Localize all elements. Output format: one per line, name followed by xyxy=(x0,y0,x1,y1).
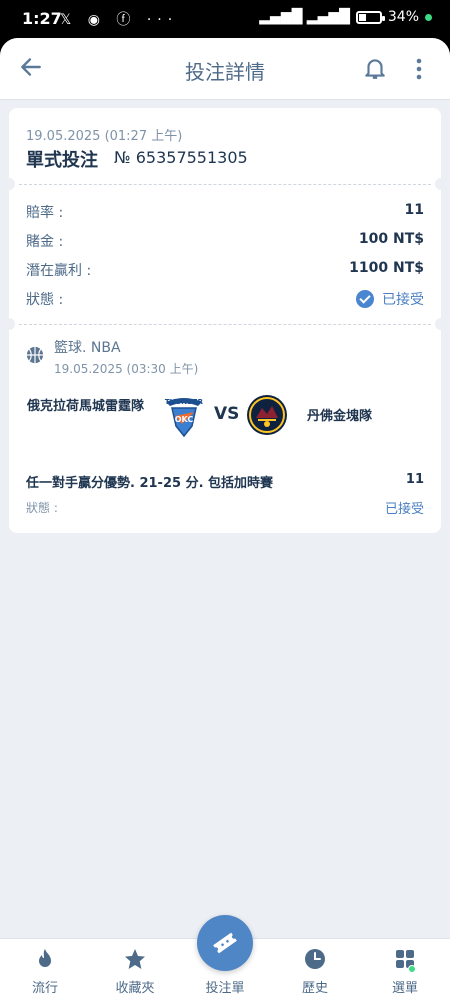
status-row: 狀態 : 已接受 xyxy=(26,289,424,311)
betslip-fab-button[interactable] xyxy=(197,915,253,971)
nav-label: 歷史 xyxy=(301,981,328,996)
svg-text:THUNDER: THUNDER xyxy=(165,398,204,406)
home-team-name: 俄克拉荷馬城雷霆隊 xyxy=(26,399,144,414)
stake-value: 100 NT$ xyxy=(358,231,424,247)
status-bar: 1:27 𝕏 ◉ ⓕ ··· ▂▄▆█ ▂▄▆█ 34% xyxy=(0,0,450,38)
app-screen: 投注詳情 19.05.2025 (01:27 上午) 單式投注 № 653575… xyxy=(0,38,450,1000)
divider xyxy=(19,184,431,185)
card-notch-right xyxy=(435,318,447,330)
potential-win-row: 潛在贏利 : 1100 NT$ xyxy=(26,260,424,282)
potential-win-value: 1100 NT$ xyxy=(349,260,424,276)
thunder-logo-icon: THUNDER OKC xyxy=(165,398,204,438)
stake-row: 賭金 : 100 NT$ xyxy=(26,231,424,253)
status-right: ▂▄▆█ ▂▄▆█ 34% xyxy=(259,9,432,25)
notification-dot xyxy=(408,965,416,973)
status-time: 1:27 xyxy=(22,9,62,28)
card-notch-left xyxy=(3,178,15,190)
nav-item-menu[interactable]: 選單 xyxy=(360,939,450,1000)
bet-date: 19.05.2025 (01:27 上午) xyxy=(26,129,183,144)
star-icon xyxy=(125,949,145,969)
odds-label: 賠率 : xyxy=(26,205,64,221)
odds-row: 賠率 : 11 xyxy=(26,202,424,224)
league-name: 籃球. NBA xyxy=(54,340,121,356)
status-label: 狀態 : xyxy=(26,292,64,308)
more-vertical-icon[interactable] xyxy=(408,56,430,82)
divider xyxy=(19,324,431,325)
stake-label: 賭金 : xyxy=(26,234,64,250)
selection-text: 任一對手贏分優勢. 21-25 分. 包括加時賽 xyxy=(26,476,274,491)
notification-icons: 𝕏 ◉ ⓕ ··· xyxy=(60,12,179,28)
versus-label: VS xyxy=(214,404,240,424)
nav-label: 流行 xyxy=(31,981,58,996)
battery-percent: 34% xyxy=(387,9,419,25)
check-circle-icon xyxy=(356,290,374,308)
status-value: 已接受 xyxy=(382,292,424,308)
event-date: 19.05.2025 (03:30 上午) xyxy=(54,362,199,376)
signal-icon: ▂▄▆█ ▂▄▆█ xyxy=(259,9,350,25)
nav-label: 收藏夾 xyxy=(115,981,155,996)
svg-text:OKC: OKC xyxy=(175,415,194,424)
selection-odds: 11 xyxy=(405,472,424,487)
basketball-icon xyxy=(26,346,44,364)
nav-item-favorites[interactable]: 收藏夾 xyxy=(90,939,180,1000)
potential-win-label: 潛在贏利 : xyxy=(26,263,92,279)
away-team-name: 丹佛金塊隊 xyxy=(307,409,373,424)
card-notch-right xyxy=(435,178,447,190)
nuggets-logo-icon xyxy=(247,395,287,435)
clock-icon xyxy=(305,949,325,969)
battery-icon xyxy=(355,10,385,24)
card-notch-left xyxy=(3,318,15,330)
status-value-wrap: 已接受 xyxy=(356,289,424,309)
ticket-icon xyxy=(213,932,237,954)
selection-status-label: 狀態 : xyxy=(26,501,58,515)
flame-icon xyxy=(39,949,51,967)
selection-status-value: 已接受 xyxy=(384,502,424,517)
nav-item-history[interactable]: 歷史 xyxy=(270,939,360,1000)
bet-type: 單式投注 xyxy=(26,150,98,171)
bet-number: № 65357551305 xyxy=(114,148,248,167)
nav-label: 選單 xyxy=(391,981,418,996)
bet-detail-card: 19.05.2025 (01:27 上午) 單式投注 № 65357551305… xyxy=(3,108,447,533)
nav-label: 投注單 xyxy=(205,981,245,996)
nav-item-popular[interactable]: 流行 xyxy=(0,939,90,1000)
odds-value: 11 xyxy=(404,202,424,218)
top-bar: 投注詳情 xyxy=(0,38,450,100)
bell-icon[interactable] xyxy=(362,55,388,81)
privacy-dot-icon xyxy=(425,13,432,21)
